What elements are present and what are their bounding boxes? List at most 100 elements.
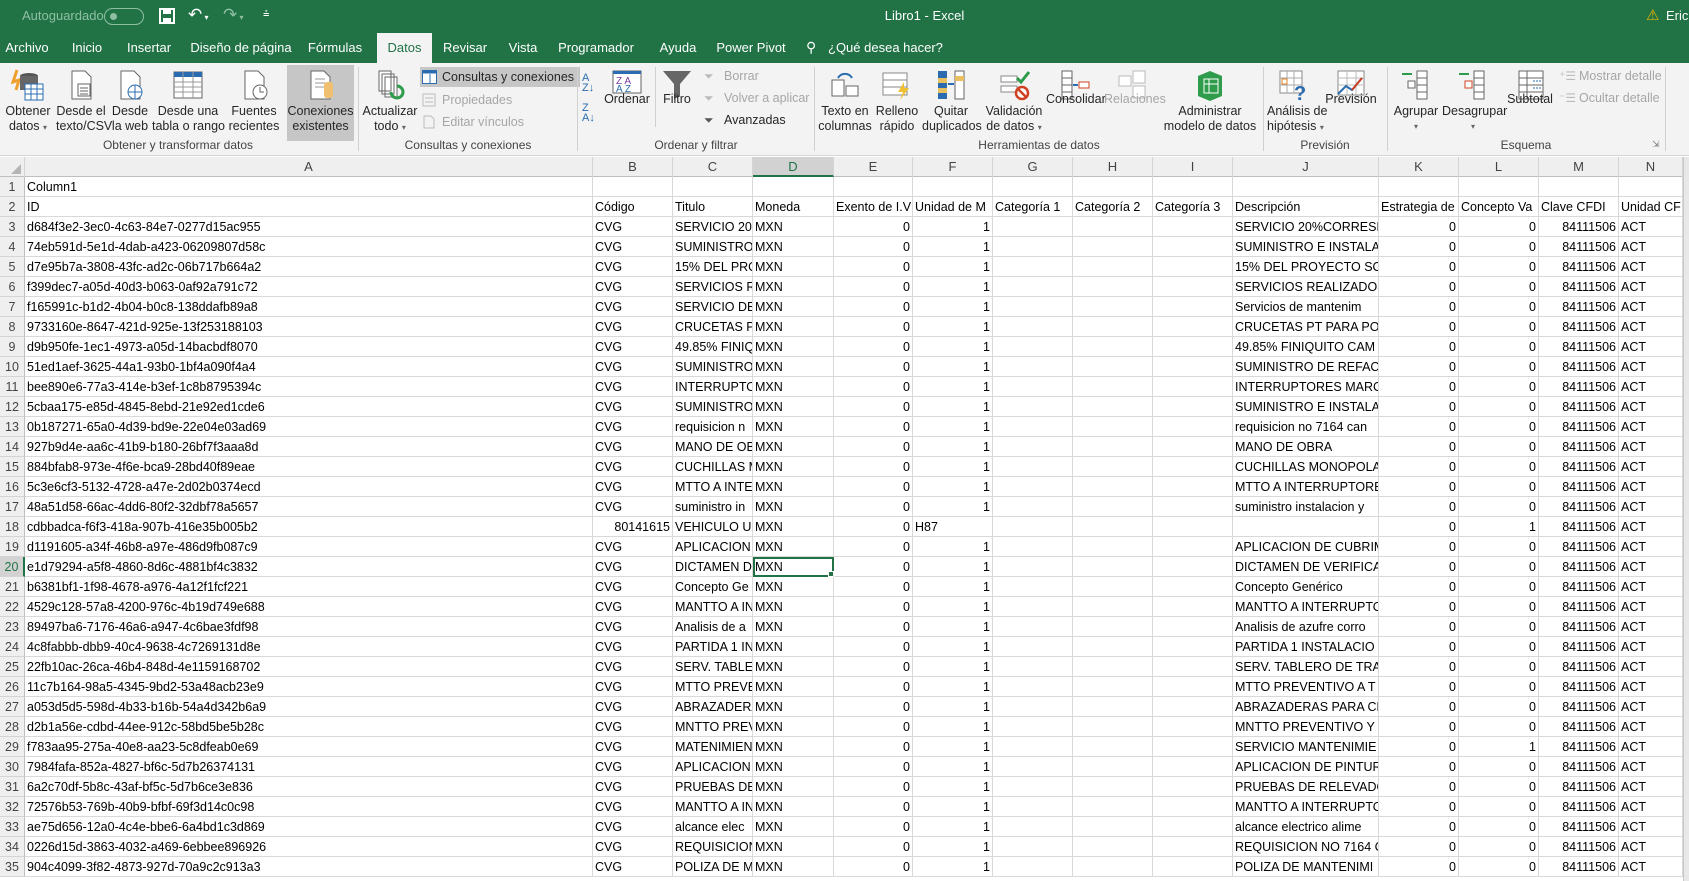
cell-i12[interactable]	[1153, 397, 1233, 417]
cell-j4[interactable]: SUMINISTRO E INSTALA	[1233, 237, 1379, 257]
cell-i5[interactable]	[1153, 257, 1233, 277]
cell-m30[interactable]: 84111506	[1539, 757, 1619, 777]
cell-f16[interactable]: 1	[913, 477, 993, 497]
cell-e23[interactable]: 0	[834, 617, 913, 637]
cell-k3[interactable]: 0	[1379, 217, 1459, 237]
validacion-datos-button[interactable]: Validación de datos ▾	[983, 65, 1045, 141]
cell-f23[interactable]: 1	[913, 617, 993, 637]
row-header[interactable]: 3	[0, 217, 25, 237]
column-header-k[interactable]: K	[1379, 157, 1459, 177]
cell-k27[interactable]: 0	[1379, 697, 1459, 717]
sort-a-z-button[interactable]: A Z↓	[582, 73, 594, 94]
cell-d6[interactable]: MXN	[753, 277, 834, 297]
cell-e32[interactable]: 0	[834, 797, 913, 817]
cell-g33[interactable]	[993, 817, 1073, 837]
ordenar-button[interactable]: Z AA Z Ordenar	[602, 65, 652, 141]
cell-h33[interactable]	[1073, 817, 1153, 837]
cell-n34[interactable]: ACT	[1619, 837, 1683, 857]
cell-j3[interactable]: SERVICIO 20%CORRESP	[1233, 217, 1379, 237]
cell-l9[interactable]: 0	[1459, 337, 1539, 357]
cell-d18[interactable]: MXN	[753, 517, 834, 537]
cell-d31[interactable]: MXN	[753, 777, 834, 797]
cell-c19[interactable]: APLICACION	[673, 537, 753, 557]
cell-d29[interactable]: MXN	[753, 737, 834, 757]
cell-n14[interactable]: ACT	[1619, 437, 1683, 457]
cell-j11[interactable]: INTERRUPTORES MARCA	[1233, 377, 1379, 397]
cell-j31[interactable]: PRUEBAS DE RELEVADO	[1233, 777, 1379, 797]
cell-i31[interactable]	[1153, 777, 1233, 797]
cell-l21[interactable]: 0	[1459, 577, 1539, 597]
cell-j29[interactable]: SERVICIO MANTENIMIE	[1233, 737, 1379, 757]
cell-e9[interactable]: 0	[834, 337, 913, 357]
cell-n24[interactable]: ACT	[1619, 637, 1683, 657]
row-header[interactable]: 9	[0, 337, 25, 357]
cell-c15[interactable]: CUCHILLAS M	[673, 457, 753, 477]
cell-c35[interactable]: POLIZA DE M	[673, 857, 753, 877]
cell-n10[interactable]: ACT	[1619, 357, 1683, 377]
cell-g19[interactable]	[993, 537, 1073, 557]
row-header[interactable]: 17	[0, 497, 25, 517]
cell-a35[interactable]: 904c4099-3f82-4873-927d-70a9c2c913a3	[25, 857, 593, 877]
cell-f13[interactable]: 1	[913, 417, 993, 437]
cell-e34[interactable]: 0	[834, 837, 913, 857]
cell-i10[interactable]	[1153, 357, 1233, 377]
column-header-j[interactable]: J	[1233, 157, 1379, 177]
cell-d24[interactable]: MXN	[753, 637, 834, 657]
cell-k35[interactable]: 0	[1379, 857, 1459, 877]
cell-c2[interactable]: Titulo	[673, 197, 753, 217]
warning-icon[interactable]: ⚠	[1646, 6, 1659, 24]
cell-c18[interactable]: VEHICULO US	[673, 517, 753, 537]
cell-l3[interactable]: 0	[1459, 217, 1539, 237]
cell-e11[interactable]: 0	[834, 377, 913, 397]
cell-l15[interactable]: 0	[1459, 457, 1539, 477]
cell-f21[interactable]: 1	[913, 577, 993, 597]
cell-a14[interactable]: 927b9d4e-aa6c-41b9-b180-26bf7f3aaa8d	[25, 437, 593, 457]
column-header-b[interactable]: B	[593, 157, 673, 177]
cell-d17[interactable]: MXN	[753, 497, 834, 517]
cell-a31[interactable]: 6a2c70df-5b8c-43af-bf5c-5d7b6ce3e836	[25, 777, 593, 797]
cell-b32[interactable]: CVG	[593, 797, 673, 817]
cell-b18[interactable]: 80141615	[593, 517, 673, 537]
cell-l28[interactable]: 0	[1459, 717, 1539, 737]
cell-d16[interactable]: MXN	[753, 477, 834, 497]
cell-h24[interactable]	[1073, 637, 1153, 657]
cell-n26[interactable]: ACT	[1619, 677, 1683, 697]
fuentes-recientes-button[interactable]: Fuentes recientes	[227, 65, 281, 141]
cell-n11[interactable]: ACT	[1619, 377, 1683, 397]
cell-j34[interactable]: REQUISICION NO 7164 C	[1233, 837, 1379, 857]
cell-a2[interactable]: ID	[25, 197, 593, 217]
cell-c16[interactable]: MTTO A INTE	[673, 477, 753, 497]
cell-k15[interactable]: 0	[1379, 457, 1459, 477]
cell-f35[interactable]: 1	[913, 857, 993, 877]
row-header[interactable]: 16	[0, 477, 25, 497]
cell-j32[interactable]: MANTTO A INTERRUPTO	[1233, 797, 1379, 817]
row-header[interactable]: 13	[0, 417, 25, 437]
cell-i30[interactable]	[1153, 757, 1233, 777]
cell-a9[interactable]: d9b950fe-1ec1-4973-a05d-14bacbdf8070	[25, 337, 593, 357]
cell-c25[interactable]: SERV. TABLER	[673, 657, 753, 677]
cell-n21[interactable]: ACT	[1619, 577, 1683, 597]
cell-c31[interactable]: PRUEBAS DE	[673, 777, 753, 797]
row-header[interactable]: 10	[0, 357, 25, 377]
cell-k2[interactable]: Estrategia de	[1379, 197, 1459, 217]
cell-n33[interactable]: ACT	[1619, 817, 1683, 837]
cell-l11[interactable]: 0	[1459, 377, 1539, 397]
cell-d3[interactable]: MXN	[753, 217, 834, 237]
cell-d28[interactable]: MXN	[753, 717, 834, 737]
cell-g1[interactable]	[993, 177, 1073, 197]
cell-m8[interactable]: 84111506	[1539, 317, 1619, 337]
cell-a4[interactable]: 74eb591d-5e1d-4dab-a423-06209807d58c	[25, 237, 593, 257]
cell-a33[interactable]: ae75d656-12a0-4c4e-bbe6-6a4bd1c3d869	[25, 817, 593, 837]
cell-j27[interactable]: ABRAZADERAS PARA CR	[1233, 697, 1379, 717]
cell-g6[interactable]	[993, 277, 1073, 297]
cell-j30[interactable]: APLICACION DE PINTUR	[1233, 757, 1379, 777]
cell-f34[interactable]: 1	[913, 837, 993, 857]
column-header-e[interactable]: E	[834, 157, 913, 177]
tab-revisar[interactable]: Revisar	[440, 33, 490, 63]
cell-m9[interactable]: 84111506	[1539, 337, 1619, 357]
tell-me-search[interactable]: ¿Qué desea hacer?	[828, 33, 943, 63]
cell-b28[interactable]: CVG	[593, 717, 673, 737]
cell-c12[interactable]: SUMINISTRO	[673, 397, 753, 417]
cell-g32[interactable]	[993, 797, 1073, 817]
cell-m12[interactable]: 84111506	[1539, 397, 1619, 417]
